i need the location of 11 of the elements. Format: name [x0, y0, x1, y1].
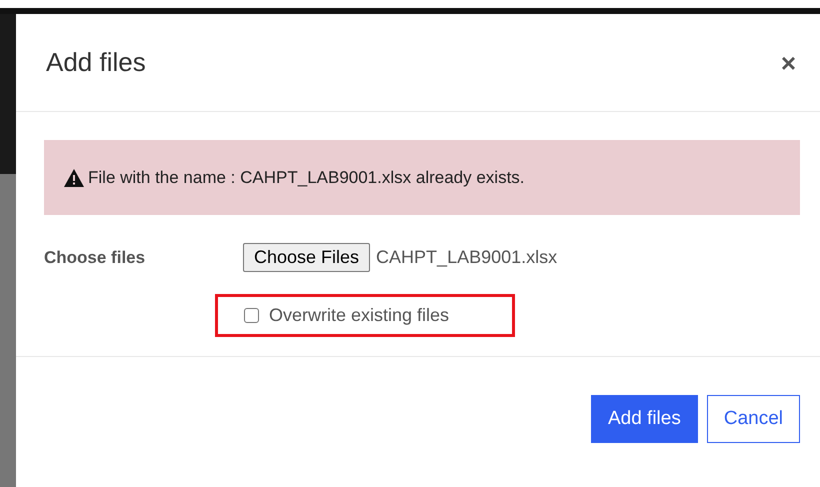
- close-button[interactable]: ×: [776, 50, 800, 76]
- alert-message: File with the name : CAHPT_LAB9001.xlsx already exists.: [88, 168, 525, 188]
- warning-icon: [64, 168, 84, 186]
- add-files-button[interactable]: Add files: [590, 395, 698, 443]
- file-name: CAHPT_LAB9001.xlsx: [376, 247, 558, 268]
- cancel-button[interactable]: Cancel: [706, 395, 800, 443]
- overwrite-checkbox[interactable]: [244, 308, 259, 323]
- checkbox-label[interactable]: Overwrite existing files: [269, 305, 450, 326]
- field-label: Choose files: [44, 248, 146, 268]
- dialog-title: Add files: [46, 47, 146, 78]
- choose-files-button[interactable]: Choose Files: [243, 243, 370, 272]
